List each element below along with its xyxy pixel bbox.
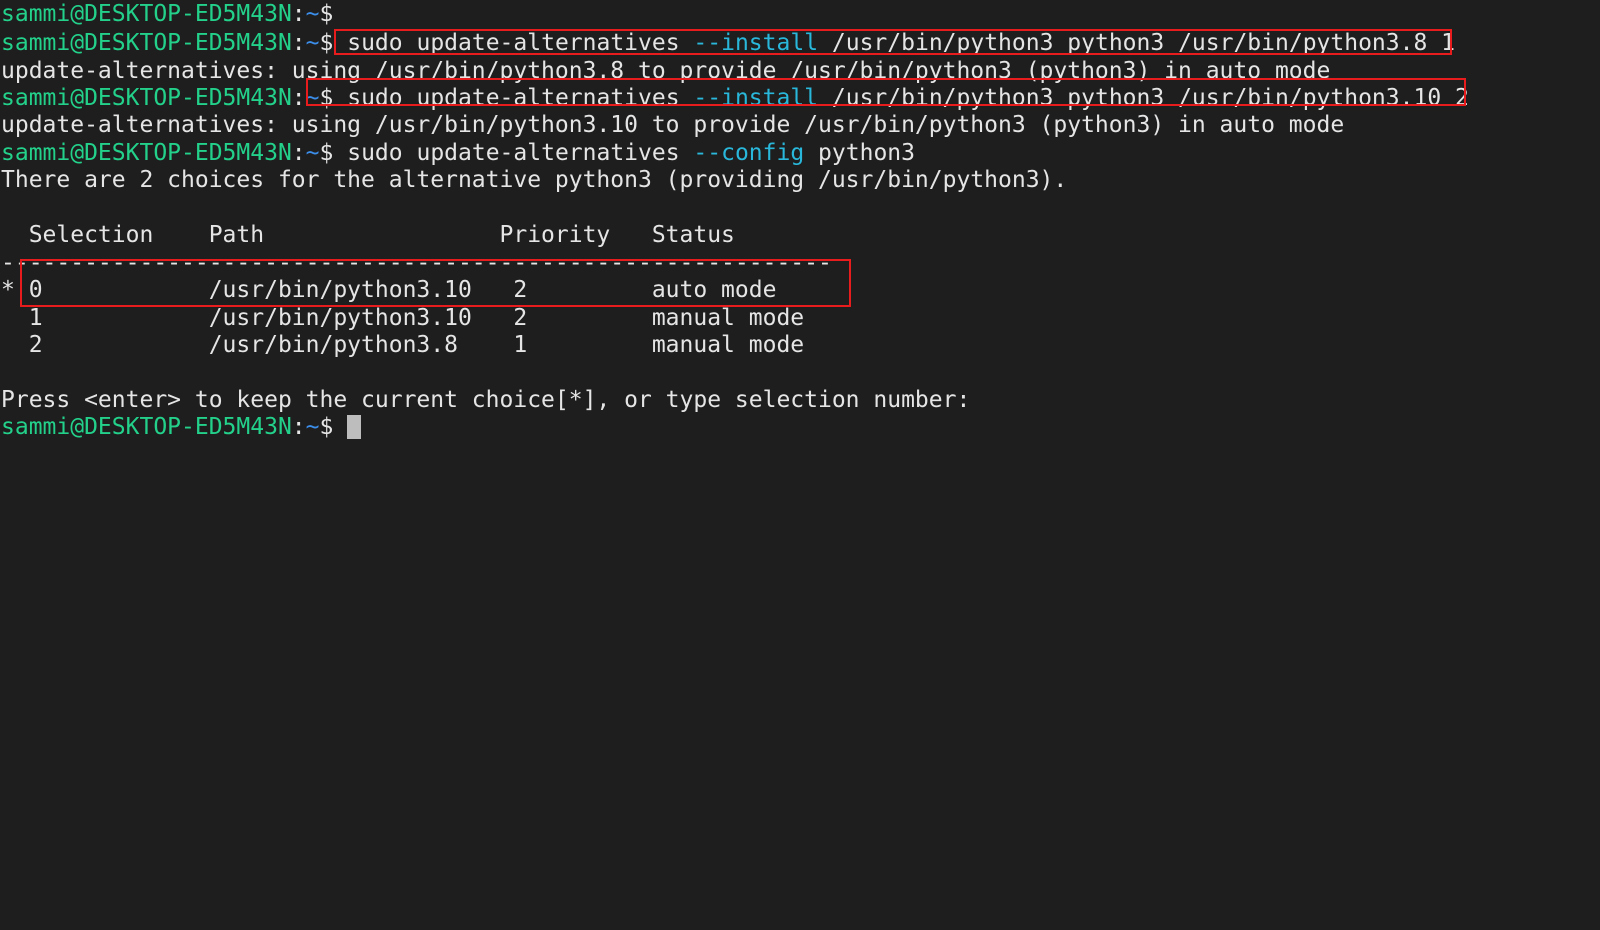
selection-table-row: * 0 /usr/bin/python3.10 2 auto mode (1, 277, 777, 303)
prompt-path: ~ (305, 140, 320, 166)
terminal-output-line: update-alternatives: using /usr/bin/pyth… (1, 58, 1331, 84)
terminal-line-prompt-1: sammi@DESKTOP-ED5M43N:~$ (1, 0, 333, 28)
prompt-user-host: sammi@DESKTOP-ED5M43N (1, 414, 292, 440)
prompt-separator: : (291, 30, 306, 56)
terminal-line-command-install-310: sammi@DESKTOP-ED5M43N:~$ sudo update-alt… (1, 84, 1469, 112)
prompt-path: ~ (305, 85, 320, 111)
command-args: python3 (804, 140, 915, 166)
text-cursor[interactable] (347, 415, 362, 439)
terminal-line-command-install-38: sammi@DESKTOP-ED5M43N:~$ sudo update-alt… (1, 29, 1455, 57)
terminal-line-prompt-final[interactable]: sammi@DESKTOP-ED5M43N:~$ (1, 413, 362, 441)
terminal-output-line: update-alternatives: using /usr/bin/pyth… (1, 112, 1345, 138)
command-flag: --install (693, 85, 819, 111)
terminal-line-command-config: sammi@DESKTOP-ED5M43N:~$ sudo update-alt… (1, 139, 915, 167)
command-flag: --install (693, 30, 819, 56)
prompt-dollar: $ (319, 30, 334, 56)
prompt-path: ~ (305, 30, 320, 56)
prompt-user-host: sammi@DESKTOP-ED5M43N (1, 140, 292, 166)
terminal-output-line: There are 2 choices for the alternative … (1, 167, 1068, 193)
prompt-dollar: $ (319, 140, 334, 166)
selection-table-rule: ----------------------------------------… (1, 250, 832, 276)
prompt-path: ~ (305, 414, 320, 440)
prompt-dollar: $ (319, 85, 334, 111)
terminal-window[interactable]: sammi@DESKTOP-ED5M43N:~$ sammi@DESKTOP-E… (0, 0, 1600, 465)
selection-prompt-text: Press <enter> to keep the current choice… (1, 387, 971, 413)
selection-table-row: 2 /usr/bin/python3.8 1 manual mode (1, 332, 805, 358)
prompt-dollar: $ (319, 414, 334, 440)
prompt-separator: : (291, 1, 306, 27)
prompt-separator: : (291, 85, 306, 111)
command-text: sudo update-alternatives (347, 140, 694, 166)
command-text: sudo update-alternatives (347, 85, 694, 111)
prompt-separator: : (291, 414, 306, 440)
command-flag: --config (693, 140, 805, 166)
prompt-user-host: sammi@DESKTOP-ED5M43N (1, 30, 292, 56)
selection-table-header: Selection Path Priority Status (1, 222, 735, 248)
command-args: /usr/bin/python3 python3 /usr/bin/python… (818, 85, 1469, 111)
prompt-user-host: sammi@DESKTOP-ED5M43N (1, 1, 292, 27)
prompt-dollar: $ (319, 1, 334, 27)
prompt-user-host: sammi@DESKTOP-ED5M43N (1, 85, 292, 111)
prompt-path: ~ (305, 1, 320, 27)
command-text: sudo update-alternatives (347, 30, 694, 56)
command-args: /usr/bin/python3 python3 /usr/bin/python… (818, 30, 1456, 56)
selection-table-row: 1 /usr/bin/python3.10 2 manual mode (1, 305, 805, 331)
prompt-separator: : (291, 140, 306, 166)
